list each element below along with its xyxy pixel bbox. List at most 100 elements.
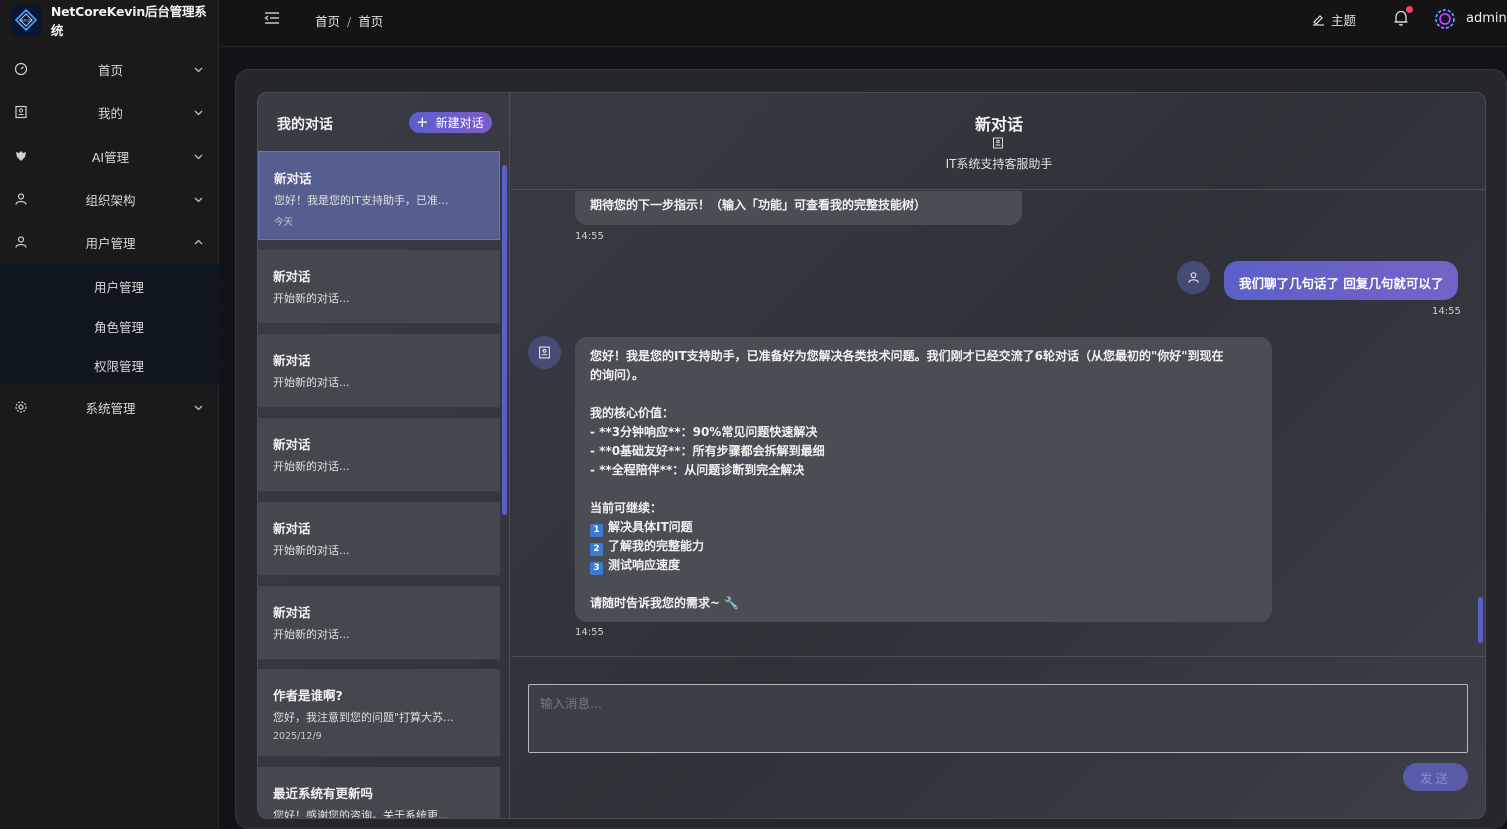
chevron-down-icon [194, 197, 203, 202]
conversation-preview: 您好！我是您的IT支持助手，已准... [274, 194, 449, 207]
sidebar-item-mine[interactable]: 我的 [0, 92, 219, 132]
message-line: - **3分钟响应**：90%常见问题快速解决 [590, 425, 818, 439]
message-line: 1 解决具体IT问题 [590, 518, 1257, 537]
message-text: 我们聊了几句话了 回复几句就可以了 [1239, 276, 1444, 291]
conversation-scrollbar[interactable] [501, 151, 509, 818]
chevron-down-icon [194, 110, 203, 115]
message-line: - **0基础友好**：所有步骤都会拆解到最细 [590, 444, 825, 458]
breadcrumb-item: 首页 [358, 14, 384, 29]
message-line: 请随时告诉我您的需求~ 🔧 [590, 596, 740, 610]
app-logo: NetCore [11, 4, 42, 36]
new-conversation-button[interactable]: + 新建对话 [409, 112, 492, 133]
conversation-item[interactable]: 最近系统有更新吗 您好！感谢您的咨询。关于系统更... [258, 767, 500, 819]
sidebar-item-label: 用户管理 [85, 235, 136, 251]
message-line: 您好！我是您的IT支持助手，已准备好为您解决各类技术问题。我们刚才已经交流了6轮… [590, 349, 1224, 363]
menu-fold-icon[interactable] [264, 11, 280, 25]
conversation-item[interactable]: 新对话 开始新的对话... [258, 334, 500, 408]
conversation-date: 2025/12/9 [273, 731, 322, 742]
message-line: 2 了解我的完整能力 [590, 537, 1257, 556]
message-line: - **全程陪伴**：从问题诊断到完全解决 [590, 463, 805, 477]
robot-icon [539, 346, 550, 359]
conversation-list-title: 我的对话 [277, 117, 333, 133]
chevron-up-icon [194, 239, 203, 244]
bot-avatar-icon [528, 336, 561, 369]
sidebar-item-home[interactable]: 首页 [0, 49, 219, 89]
conversation-preview: 开始新的对话... [273, 376, 350, 389]
sidebar-item-label: AI管理 [91, 149, 130, 165]
submenu-item-users[interactable]: 用户管理 [94, 277, 144, 296]
conversation-title: 新对话 [273, 605, 311, 620]
user-name[interactable]: admin [1466, 11, 1507, 26]
robot-icon [993, 137, 1003, 149]
user-message-bubble: 我们聊了几句话了 回复几句就可以了 [1224, 261, 1458, 300]
conversation-title: 新对话 [273, 437, 311, 452]
number-badge: 2 [590, 543, 603, 556]
conversation-title: 新对话 [273, 353, 311, 368]
message-list: 期待您的下一步指示！（输入「功能」可查看我的完整技能树） 14:55 我们聊了几… [511, 191, 1485, 657]
sidebar-item-ai[interactable]: AI管理 [0, 136, 219, 176]
conversation-title: 新对话 [273, 269, 311, 284]
chat-panel: 我的对话 + 新建对话 新对话 您好！我是您的IT支持助手，已准... 今天 新… [257, 92, 1486, 819]
scrollbar-thumb[interactable] [1478, 597, 1483, 643]
breadcrumb: 首页 / 首页 [315, 11, 383, 30]
user-avatar[interactable] [1432, 6, 1458, 32]
conversation-item[interactable]: 新对话 开始新的对话... [258, 418, 500, 492]
message-line: 3 测试响应速度 [590, 556, 1257, 575]
conversation-title: 新对话 [274, 171, 312, 186]
message-line: 我的核心价值： [590, 406, 675, 420]
sidebar-item-label: 我的 [97, 105, 123, 121]
send-button[interactable]: 发送 [1403, 763, 1468, 791]
conversation-item[interactable]: 新对话 开始新的对话... [258, 586, 500, 660]
chevron-down-icon [194, 67, 203, 72]
theme-label: 主题 [1331, 13, 1357, 28]
chevron-down-icon [194, 154, 203, 159]
conversation-title: 新对话 [273, 521, 311, 536]
message-text: 期待您的下一步指示！（输入「功能」可查看我的完整技能树） [590, 198, 927, 212]
number-badge: 1 [590, 524, 603, 537]
conversation-header: 我的对话 + 新建对话 [258, 93, 510, 151]
number-badge: 3 [590, 562, 603, 575]
chat-header: 新对话 IT系统支持客服助手 [511, 93, 1485, 190]
bot-message-bubble: 您好！我是您的IT支持助手，已准备好为您解决各类技术问题。我们刚才已经交流了6轮… [575, 337, 1272, 622]
top-bar: 首页 / 首页 主题 admin [220, 0, 1507, 47]
submenu-item-permissions[interactable]: 权限管理 [94, 356, 144, 375]
conversation-title: 最近系统有更新吗 [273, 786, 374, 801]
breadcrumb-item[interactable]: 首页 [315, 14, 340, 29]
message-line-text: 了解我的完整能力 [608, 539, 705, 553]
conversation-item[interactable]: 新对话 您好！我是您的IT支持助手，已准... 今天 [258, 151, 500, 240]
message-time: 14:55 [575, 627, 604, 638]
conversation-preview: 您好！感谢您的咨询。关于系统更... [273, 809, 449, 819]
chevron-down-icon [194, 405, 203, 410]
svg-text:NetCore: NetCore [20, 19, 33, 23]
message-line: 当前可继续： [590, 501, 663, 515]
message-scrollbar[interactable] [1476, 191, 1485, 656]
sidebar-item-label: 组织架构 [85, 192, 136, 208]
message-time: 14:55 [575, 231, 604, 242]
sidebar-item-label: 首页 [97, 62, 123, 78]
bot-message-bubble: 期待您的下一步指示！（输入「功能」可查看我的完整技能树） [575, 191, 1022, 225]
sidebar-item-users[interactable]: 用户管理 [0, 222, 219, 262]
notification-badge [1406, 6, 1413, 13]
conversation-item[interactable]: 新对话 开始新的对话... [258, 250, 500, 324]
app-title: NetCoreKevin后台管理系统 [50, 4, 207, 38]
conversation-preview: 开始新的对话... [273, 292, 350, 305]
conversation-sidebar: 我的对话 + 新建对话 新对话 您好！我是您的IT支持助手，已准... 今天 新… [258, 93, 510, 819]
sidebar-item-system[interactable]: 系统管理 [0, 387, 219, 427]
theme-button[interactable]: 主题 [1312, 10, 1356, 29]
submenu-item-roles[interactable]: 角色管理 [94, 317, 144, 336]
sidebar-item-org[interactable]: 组织架构 [0, 179, 219, 219]
conversation-item[interactable]: 新对话 开始新的对话... [258, 502, 500, 576]
conversation-item[interactable]: 作者是谁啊? 您好，我注意到您的问题"打算大苏... 2025/12/9 [258, 669, 500, 757]
chat-title: 新对话 [974, 115, 1023, 134]
conversation-preview: 开始新的对话... [273, 628, 350, 641]
message-input[interactable] [528, 684, 1468, 753]
scrollbar-thumb[interactable] [502, 165, 507, 515]
message-line-text: 解决具体IT问题 [608, 520, 693, 534]
conversation-date: 今天 [274, 217, 294, 228]
brand: NetCore NetCoreKevin后台管理系统 [0, 0, 218, 40]
chat-subtitle: IT系统支持客服助手 [945, 157, 1053, 171]
message-line-text: 测试响应速度 [608, 558, 681, 572]
